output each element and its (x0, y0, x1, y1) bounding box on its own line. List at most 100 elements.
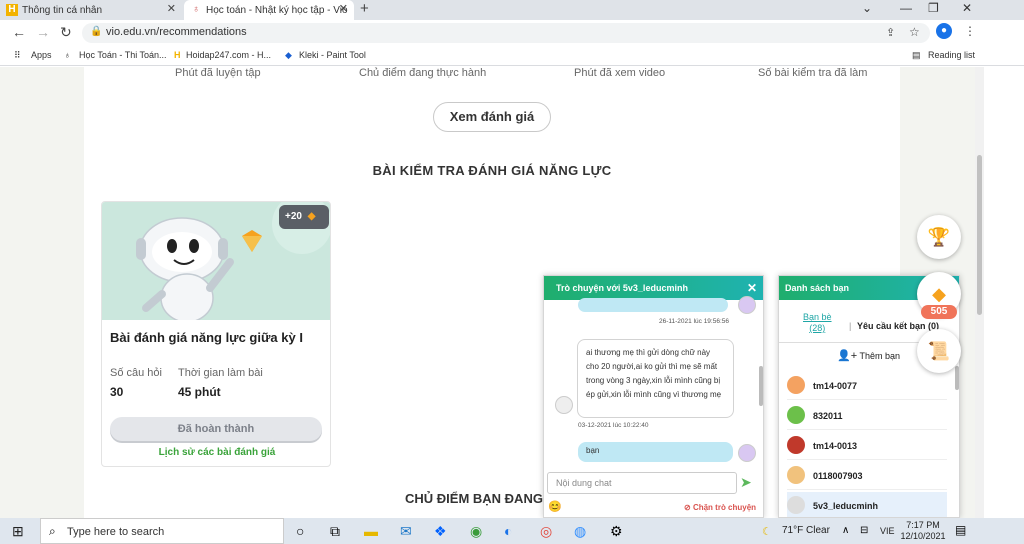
tab-bar: H Thông tin cá nhân ✕ ♁ Học toán - Nhật … (0, 0, 1024, 20)
send-icon[interactable]: ➤ (740, 474, 752, 491)
tab-divider: | (849, 321, 852, 331)
notifications-icon[interactable]: ▤ (955, 523, 966, 537)
gem-count: +20 (285, 211, 302, 222)
chat-scrollbar[interactable] (759, 366, 763, 406)
assessment-card[interactable]: +20 ◆ Bài đánh giá năng lực giữa kỳ I Số… (101, 201, 331, 467)
bookmark-kleki[interactable]: Kleki - Paint Tool (299, 50, 366, 60)
menu-dots-icon[interactable]: ⋮ (964, 24, 976, 38)
friend-item[interactable]: tm14-0077 (787, 372, 947, 400)
chat-timestamp: 03-12-2021 lúc 10:22:40 (578, 422, 649, 429)
diamond-icon: ◆ (932, 284, 946, 304)
friend-item[interactable]: 832011 (787, 402, 947, 430)
close-tab-icon[interactable]: ✕ (339, 2, 348, 15)
url-text[interactable]: vio.edu.vn/recommendations (106, 26, 247, 38)
tab-personal-info[interactable]: H Thông tin cá nhân ✕ (0, 0, 182, 20)
chat-title: Trò chuyện với 5v3_leducminh (556, 283, 688, 293)
reading-list[interactable]: Reading list (928, 50, 975, 60)
clock-time: 7:17 PM (906, 520, 940, 530)
restore-icon[interactable]: ❐ (928, 0, 939, 16)
page-scrollbar-thumb[interactable] (977, 155, 982, 315)
bookmark-hoc-toan-icon: ♁ (64, 50, 71, 60)
friend-name: 5v3_leducminh (813, 501, 879, 511)
weather-text[interactable]: 71°F Clear (782, 525, 830, 536)
share-icon[interactable]: ⇪ (886, 26, 895, 39)
friend-item[interactable]: 0118007903 (787, 462, 947, 490)
tasks-button[interactable]: 📜 (917, 329, 961, 373)
language-indicator[interactable]: VIE (880, 526, 895, 536)
edge-icon[interactable]: ◐ (504, 523, 512, 539)
omnibox[interactable]: 🔒 vio.edu.vn/recommendations (82, 23, 930, 43)
dropbox-icon[interactable]: ❖ (434, 523, 447, 540)
lock-icon: 🔒 (90, 26, 103, 37)
settings-gear-icon[interactable]: ⚙ (610, 523, 623, 540)
task-view-icon[interactable]: ⧉ (330, 523, 340, 540)
tab-friends[interactable]: Bạn bè (28) (803, 312, 832, 334)
zalo-icon[interactable]: ◍ (574, 523, 586, 540)
star-icon[interactable]: ☆ (909, 25, 920, 39)
profile-avatar-icon[interactable]: ● (936, 23, 952, 39)
avatar-icon (787, 376, 805, 394)
chat-message-text: bạn (586, 446, 600, 455)
stat-topics-label: Chủ điểm đang thực hành (359, 67, 487, 79)
network-icon[interactable]: ⊟ (860, 525, 868, 536)
stat-video-minutes-label: Phút đã xem video (574, 67, 666, 79)
cortana-icon[interactable]: ○ (296, 523, 304, 539)
bookmark-hoidap[interactable]: Hoidap247.com - H... (186, 50, 271, 60)
view-review-button[interactable]: Xem đánh giá (433, 102, 551, 132)
back-icon[interactable]: ← (12, 24, 26, 40)
stat-practice-minutes-label: Phút đã luyện tập (175, 67, 261, 79)
tab-friend-requests[interactable]: Yêu cầu kết bạn (0) (857, 321, 939, 331)
taskbar-search[interactable]: ⌕ Type here to search (40, 518, 284, 544)
close-window-icon[interactable]: ✕ (962, 0, 972, 16)
tab-label: Thông tin cá nhân (22, 4, 103, 16)
chat-header: Trò chuyện với 5v3_leducminh ✕ (544, 276, 763, 300)
friend-item[interactable]: tm14-0013 (787, 432, 947, 460)
reload-icon[interactable]: ↻ (60, 24, 72, 41)
chrome-icon[interactable]: ◎ (540, 523, 552, 540)
block-chat-label: Chặn trò chuyện (692, 503, 757, 512)
tab-search-icon[interactable]: ⌄ (862, 0, 872, 16)
clock-date: 12/10/2021 (900, 531, 946, 541)
forward-icon[interactable]: → (36, 24, 50, 40)
block-chat-link[interactable]: ⊘ Chặn trò chuyện (684, 503, 756, 512)
time-label: Thời gian làm bài (178, 367, 263, 379)
bookmarks-bar: ⠿ Apps ♁ Học Toán - Thi Toán... H Hoidap… (0, 46, 1024, 66)
friend-name: tm14-0077 (813, 381, 858, 391)
file-explorer-icon[interactable]: ▬ (364, 523, 378, 539)
add-friend-button[interactable]: 👤+ Thêm bạn (837, 349, 900, 362)
avatar-icon (555, 396, 573, 414)
clock[interactable]: 7:17 PM 12/10/2021 (898, 520, 948, 542)
chat-bubble-own (578, 298, 728, 312)
friend-item-selected[interactable]: 5v3_leducminh (787, 492, 947, 517)
add-friend-label: Thêm bạn (859, 351, 900, 361)
address-bar-row: ← → ↻ 🔒 vio.edu.vn/recommendations ⇪ ☆ ●… (0, 20, 1024, 46)
avatar-icon (787, 496, 805, 514)
close-tab-icon[interactable]: ✕ (167, 2, 176, 15)
mail-icon[interactable]: ✉ (400, 523, 412, 540)
bookmark-hoc-toan[interactable]: Học Toán - Thi Toán... (79, 50, 167, 60)
chevron-up-icon[interactable]: ∧ (842, 525, 849, 536)
assessment-history-link[interactable]: Lịch sử các bài đánh giá (102, 447, 330, 458)
apps-grid-icon: ⠿ (14, 50, 21, 60)
bookmark-hoidap-icon: H (174, 50, 181, 60)
card-title: Bài đánh giá năng lực giữa kỳ I (110, 330, 303, 345)
bookmark-apps[interactable]: Apps (31, 50, 52, 60)
completed-button[interactable]: Đã hoàn thành (110, 417, 322, 441)
leaderboard-button[interactable]: 🏆 (917, 215, 961, 259)
tab-label: Học toán - Nhật ký học tập - Vio (206, 4, 348, 16)
windows-start-icon[interactable]: ⊞ (12, 523, 24, 540)
chat-window: Trò chuyện với 5v3_leducminh ✕ 26-11-202… (543, 275, 764, 518)
vio-favicon-icon: ♁ (192, 4, 200, 15)
chat-bubble-own: bạn (578, 442, 733, 462)
chat-message-input[interactable]: Nội dung chat (547, 472, 737, 494)
emoji-icon[interactable]: 😊 (548, 500, 562, 513)
tab-hoc-toan[interactable]: ♁ Học toán - Nhật ký học tập - Vio ✕ (184, 0, 354, 20)
minimize-icon[interactable]: — (900, 0, 912, 16)
app-icon[interactable]: ◉ (470, 523, 482, 540)
friends-scrollbar[interactable] (955, 366, 959, 390)
diamond-icon: ◆ (307, 211, 316, 222)
chat-timestamp: 26-11-2021 lúc 19:56:56 (659, 318, 729, 325)
avatar-icon (787, 466, 805, 484)
questions-value: 30 (110, 385, 124, 399)
new-tab-icon[interactable]: + (360, 0, 369, 18)
